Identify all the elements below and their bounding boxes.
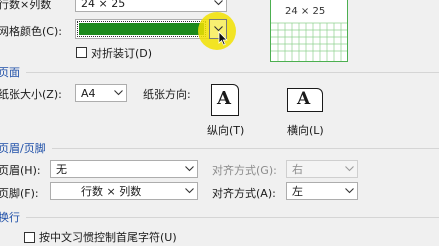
line-break-section-divider	[26, 217, 439, 218]
fold-binding-label[interactable]: 对折装订(D)	[91, 45, 152, 61]
footer-align-combo[interactable]: 左	[286, 182, 358, 200]
header-label: 页眉(H):	[0, 164, 41, 177]
line-break-rule-checkbox[interactable]	[24, 232, 35, 243]
orientation-label: 纸张方向:	[143, 88, 191, 101]
chevron-down-icon	[181, 161, 197, 177]
landscape-label: 横向(L)	[287, 124, 324, 137]
footer-label: 页脚(F):	[0, 187, 39, 200]
rows-cols-label: 行数×列数	[0, 0, 52, 11]
page-section-title: 页面	[0, 66, 20, 79]
portrait-icon: A	[211, 84, 239, 116]
landscape-icon: A	[287, 88, 323, 112]
rows-cols-value: 24 × 25	[81, 0, 126, 10]
header-footer-section-divider	[52, 148, 439, 149]
footer-combo[interactable]: 行数 × 列数	[50, 182, 198, 200]
chevron-down-icon	[341, 183, 357, 199]
grid-preview: 24 × 25	[270, 0, 348, 62]
paper-size-combo[interactable]: A4	[75, 84, 127, 102]
line-break-rule-label[interactable]: 按中文习惯控制首尾字符(U)	[39, 229, 177, 245]
header-footer-section-title: 页眉/页脚	[0, 142, 46, 155]
landscape-option[interactable]: A 横向(L)	[283, 82, 331, 140]
header-align-combo[interactable]: 右	[286, 160, 358, 178]
chevron-down-icon	[341, 161, 357, 177]
footer-align-value: 左	[292, 185, 303, 198]
grid-preview-text: 24 × 25	[285, 6, 326, 17]
footer-value: 行数 × 列数	[81, 185, 142, 198]
chevron-down-icon	[210, 0, 226, 11]
line-break-section-title: 换行	[0, 211, 20, 224]
portrait-option[interactable]: A 纵向(T)	[205, 82, 245, 140]
chevron-down-icon	[110, 85, 126, 101]
portrait-label: 纵向(T)	[207, 124, 245, 137]
page-section-divider	[26, 72, 439, 73]
chevron-down-icon	[181, 183, 197, 199]
rows-cols-combo[interactable]: 24 × 25	[75, 0, 227, 12]
fold-binding-checkbox[interactable]	[76, 47, 87, 58]
footer-align-label: 对齐方式(A):	[212, 187, 276, 200]
header-align-value: 右	[292, 163, 303, 176]
grid-color-swatch	[77, 21, 206, 37]
header-combo[interactable]: 无	[50, 160, 198, 178]
mouse-pointer-icon	[218, 31, 228, 46]
paper-size-value: A4	[81, 87, 96, 100]
grid-color-label: 网格颜色(C):	[0, 25, 62, 38]
paper-size-label: 纸张大小(Z):	[0, 88, 62, 101]
header-value: 无	[56, 163, 67, 176]
header-align-label: 对齐方式(G):	[212, 164, 277, 177]
